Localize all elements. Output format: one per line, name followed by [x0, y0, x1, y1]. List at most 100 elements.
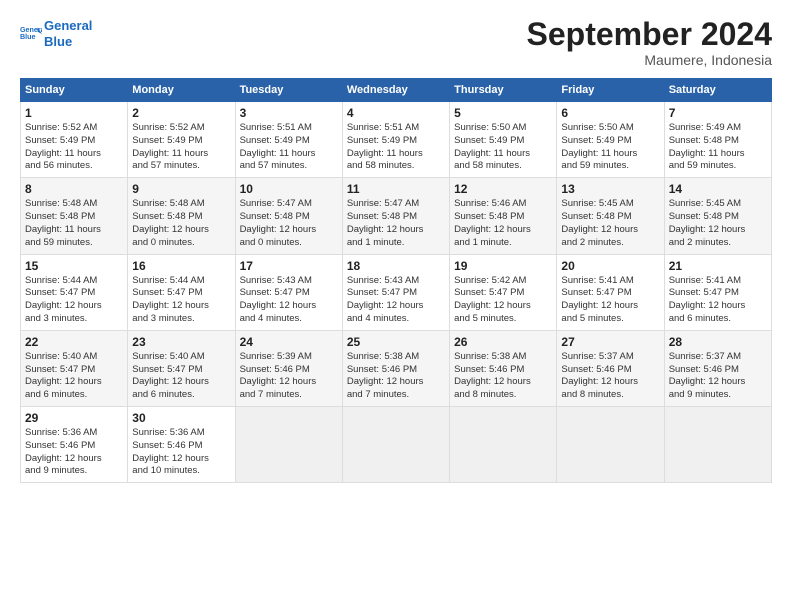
- month-title: September 2024: [527, 18, 772, 50]
- day-number: 22: [25, 335, 123, 349]
- day-number: 6: [561, 106, 659, 120]
- day-number: 24: [240, 335, 338, 349]
- calendar-cell: 27 Sunrise: 5:37 AM Sunset: 5:46 PM Dayli…: [557, 330, 664, 406]
- logo-text: GeneralBlue: [44, 18, 92, 49]
- day-info: Sunrise: 5:39 AM Sunset: 5:46 PM Dayligh…: [240, 351, 338, 402]
- day-info: Sunrise: 5:45 AM Sunset: 5:48 PM Dayligh…: [561, 198, 659, 249]
- day-info: Sunrise: 5:40 AM Sunset: 5:47 PM Dayligh…: [25, 351, 123, 402]
- calendar-cell: 19 Sunrise: 5:42 AM Sunset: 5:47 PM Dayli…: [450, 254, 557, 330]
- calendar-cell: 5 Sunrise: 5:50 AM Sunset: 5:49 PM Daylig…: [450, 102, 557, 178]
- col-header-saturday: Saturday: [664, 79, 771, 102]
- calendar-cell: 8 Sunrise: 5:48 AM Sunset: 5:48 PM Daylig…: [21, 178, 128, 254]
- col-header-wednesday: Wednesday: [342, 79, 449, 102]
- calendar-cell: 22 Sunrise: 5:40 AM Sunset: 5:47 PM Dayli…: [21, 330, 128, 406]
- calendar-cell: 25 Sunrise: 5:38 AM Sunset: 5:46 PM Dayli…: [342, 330, 449, 406]
- day-info: Sunrise: 5:45 AM Sunset: 5:48 PM Dayligh…: [669, 198, 767, 249]
- title-block: September 2024 Maumere, Indonesia: [527, 18, 772, 68]
- calendar-cell: [664, 407, 771, 483]
- day-number: 23: [132, 335, 230, 349]
- day-info: Sunrise: 5:42 AM Sunset: 5:47 PM Dayligh…: [454, 275, 552, 326]
- col-header-friday: Friday: [557, 79, 664, 102]
- day-info: Sunrise: 5:41 AM Sunset: 5:47 PM Dayligh…: [669, 275, 767, 326]
- day-info: Sunrise: 5:52 AM Sunset: 5:49 PM Dayligh…: [132, 122, 230, 173]
- day-number: 30: [132, 411, 230, 425]
- calendar-cell: 4Sunrise: 5:51 AM Sunset: 5:49 PM Daylig…: [342, 102, 449, 178]
- calendar-cell: 7 Sunrise: 5:49 AM Sunset: 5:48 PM Daylig…: [664, 102, 771, 178]
- calendar-table: SundayMondayTuesdayWednesdayThursdayFrid…: [20, 78, 772, 483]
- day-info: Sunrise: 5:38 AM Sunset: 5:46 PM Dayligh…: [454, 351, 552, 402]
- calendar-cell: 26 Sunrise: 5:38 AM Sunset: 5:46 PM Dayli…: [450, 330, 557, 406]
- day-number: 3: [240, 106, 338, 120]
- calendar-cell: 16 Sunrise: 5:44 AM Sunset: 5:47 PM Dayli…: [128, 254, 235, 330]
- day-info: Sunrise: 5:47 AM Sunset: 5:48 PM Dayligh…: [240, 198, 338, 249]
- calendar-cell: [342, 407, 449, 483]
- day-number: 25: [347, 335, 445, 349]
- day-info: Sunrise: 5:48 AM Sunset: 5:48 PM Dayligh…: [132, 198, 230, 249]
- calendar-week-row: 8 Sunrise: 5:48 AM Sunset: 5:48 PM Daylig…: [21, 178, 772, 254]
- day-info: Sunrise: 5:50 AM Sunset: 5:49 PM Dayligh…: [561, 122, 659, 173]
- day-number: 2: [132, 106, 230, 120]
- calendar-header-row: SundayMondayTuesdayWednesdayThursdayFrid…: [21, 79, 772, 102]
- day-info: Sunrise: 5:44 AM Sunset: 5:47 PM Dayligh…: [132, 275, 230, 326]
- calendar-cell: 14Sunrise: 5:45 AM Sunset: 5:48 PM Dayli…: [664, 178, 771, 254]
- day-info: Sunrise: 5:51 AM Sunset: 5:49 PM Dayligh…: [240, 122, 338, 173]
- page-header: General Blue GeneralBlue September 2024 …: [20, 18, 772, 68]
- col-header-tuesday: Tuesday: [235, 79, 342, 102]
- day-info: Sunrise: 5:36 AM Sunset: 5:46 PM Dayligh…: [25, 427, 123, 478]
- day-number: 26: [454, 335, 552, 349]
- day-number: 9: [132, 182, 230, 196]
- calendar-cell: 28Sunrise: 5:37 AM Sunset: 5:46 PM Dayli…: [664, 330, 771, 406]
- day-number: 15: [25, 259, 123, 273]
- day-number: 1: [25, 106, 123, 120]
- day-number: 20: [561, 259, 659, 273]
- calendar-cell: 13Sunrise: 5:45 AM Sunset: 5:48 PM Dayli…: [557, 178, 664, 254]
- calendar-week-row: 29 Sunrise: 5:36 AM Sunset: 5:46 PM Dayli…: [21, 407, 772, 483]
- day-info: Sunrise: 5:36 AM Sunset: 5:46 PM Dayligh…: [132, 427, 230, 478]
- day-number: 16: [132, 259, 230, 273]
- day-info: Sunrise: 5:48 AM Sunset: 5:48 PM Dayligh…: [25, 198, 123, 249]
- calendar-cell: [450, 407, 557, 483]
- calendar-cell: 9 Sunrise: 5:48 AM Sunset: 5:48 PM Daylig…: [128, 178, 235, 254]
- day-number: 7: [669, 106, 767, 120]
- day-number: 27: [561, 335, 659, 349]
- calendar-cell: 21 Sunrise: 5:41 AM Sunset: 5:47 PM Dayli…: [664, 254, 771, 330]
- logo: General Blue GeneralBlue: [20, 18, 92, 49]
- day-info: Sunrise: 5:40 AM Sunset: 5:47 PM Dayligh…: [132, 351, 230, 402]
- calendar-cell: 10 Sunrise: 5:47 AM Sunset: 5:48 PM Dayli…: [235, 178, 342, 254]
- day-number: 10: [240, 182, 338, 196]
- day-info: Sunrise: 5:37 AM Sunset: 5:46 PM Dayligh…: [561, 351, 659, 402]
- day-info: Sunrise: 5:38 AM Sunset: 5:46 PM Dayligh…: [347, 351, 445, 402]
- day-number: 18: [347, 259, 445, 273]
- day-info: Sunrise: 5:43 AM Sunset: 5:47 PM Dayligh…: [347, 275, 445, 326]
- day-info: Sunrise: 5:51 AM Sunset: 5:49 PM Dayligh…: [347, 122, 445, 173]
- svg-text:Blue: Blue: [20, 33, 36, 41]
- calendar-week-row: 22 Sunrise: 5:40 AM Sunset: 5:47 PM Dayli…: [21, 330, 772, 406]
- logo-icon: General Blue: [20, 23, 42, 45]
- calendar-cell: 15 Sunrise: 5:44 AM Sunset: 5:47 PM Dayli…: [21, 254, 128, 330]
- calendar-cell: 6 Sunrise: 5:50 AM Sunset: 5:49 PM Daylig…: [557, 102, 664, 178]
- col-header-sunday: Sunday: [21, 79, 128, 102]
- day-number: 8: [25, 182, 123, 196]
- day-info: Sunrise: 5:50 AM Sunset: 5:49 PM Dayligh…: [454, 122, 552, 173]
- calendar-cell: 11 Sunrise: 5:47 AM Sunset: 5:48 PM Dayli…: [342, 178, 449, 254]
- calendar-cell: [557, 407, 664, 483]
- day-info: Sunrise: 5:44 AM Sunset: 5:47 PM Dayligh…: [25, 275, 123, 326]
- day-info: Sunrise: 5:37 AM Sunset: 5:46 PM Dayligh…: [669, 351, 767, 402]
- day-number: 21: [669, 259, 767, 273]
- day-info: Sunrise: 5:43 AM Sunset: 5:47 PM Dayligh…: [240, 275, 338, 326]
- calendar-cell: 18 Sunrise: 5:43 AM Sunset: 5:47 PM Dayli…: [342, 254, 449, 330]
- calendar-week-row: 15 Sunrise: 5:44 AM Sunset: 5:47 PM Dayli…: [21, 254, 772, 330]
- day-info: Sunrise: 5:47 AM Sunset: 5:48 PM Dayligh…: [347, 198, 445, 249]
- day-number: 5: [454, 106, 552, 120]
- day-number: 11: [347, 182, 445, 196]
- calendar-cell: 23 Sunrise: 5:40 AM Sunset: 5:47 PM Dayli…: [128, 330, 235, 406]
- day-number: 19: [454, 259, 552, 273]
- calendar-cell: 29 Sunrise: 5:36 AM Sunset: 5:46 PM Dayli…: [21, 407, 128, 483]
- day-number: 29: [25, 411, 123, 425]
- day-info: Sunrise: 5:46 AM Sunset: 5:48 PM Dayligh…: [454, 198, 552, 249]
- day-info: Sunrise: 5:49 AM Sunset: 5:48 PM Dayligh…: [669, 122, 767, 173]
- calendar-cell: [235, 407, 342, 483]
- calendar-cell: 24 Sunrise: 5:39 AM Sunset: 5:46 PM Dayli…: [235, 330, 342, 406]
- calendar-cell: 30 Sunrise: 5:36 AM Sunset: 5:46 PM Dayli…: [128, 407, 235, 483]
- col-header-thursday: Thursday: [450, 79, 557, 102]
